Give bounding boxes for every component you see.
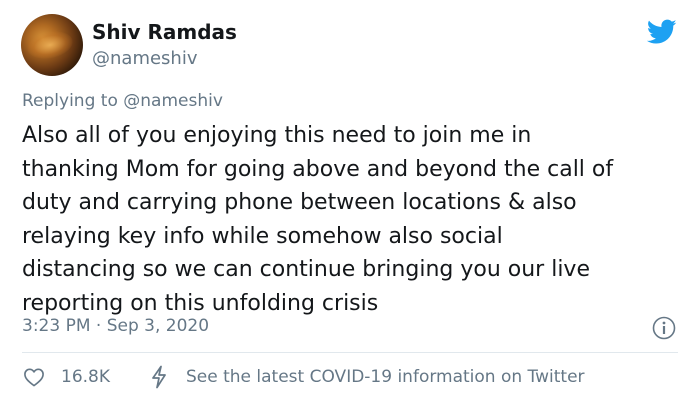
tweet-text: Also all of you enjoying this need to jo… bbox=[22, 123, 614, 316]
twitter-bird-icon[interactable] bbox=[647, 19, 677, 45]
avatar-image-detail bbox=[24, 27, 76, 63]
author-name[interactable]: Shiv Ramdas bbox=[92, 20, 237, 44]
covid-info-link[interactable]: See the latest COVID-19 information on T… bbox=[186, 367, 585, 387]
reply-prefix: Replying to bbox=[22, 91, 124, 111]
info-icon[interactable] bbox=[652, 316, 676, 340]
tweet-timestamp[interactable]: 3:23 PM · Sep 3, 2020 bbox=[22, 316, 209, 336]
reply-mention-link[interactable]: @nameshiv bbox=[123, 91, 223, 111]
divider bbox=[22, 352, 678, 353]
like-count[interactable]: 16.8K bbox=[61, 367, 110, 387]
heart-icon[interactable] bbox=[23, 367, 45, 387]
reply-context: Replying to @nameshiv bbox=[22, 91, 223, 111]
avatar[interactable] bbox=[21, 14, 83, 76]
lightning-bolt-icon[interactable] bbox=[150, 365, 168, 389]
author-handle[interactable]: @nameshiv bbox=[92, 48, 198, 69]
